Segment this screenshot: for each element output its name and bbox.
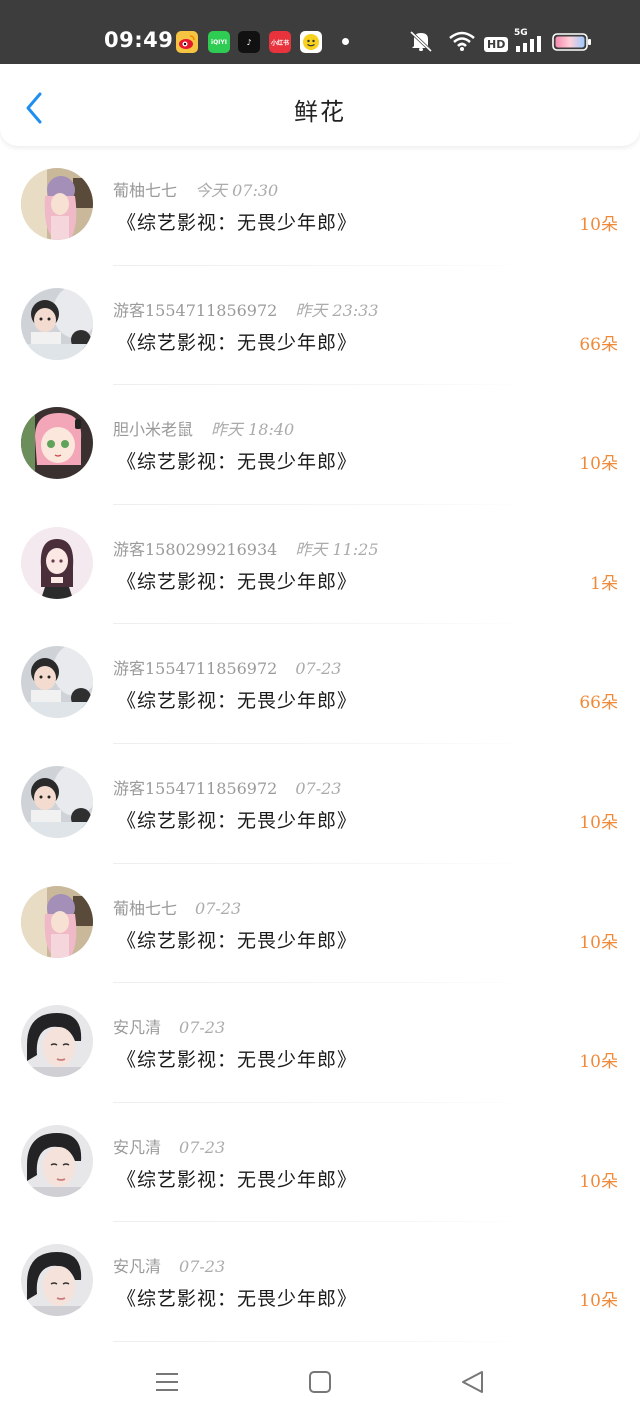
list-item[interactable]: 安凡清 07-23 《综艺影视：无畏少年郎》 10朵 (0, 983, 640, 1103)
menu-icon (156, 1373, 178, 1391)
list-item[interactable]: 安凡清 07-23 《综艺影视：无畏少年郎》 10朵 (0, 1103, 640, 1223)
username: 游客1580299216934 (113, 539, 278, 559)
notification-dot (342, 38, 349, 45)
home-button[interactable] (302, 1364, 338, 1400)
avatar-child-mirror (21, 287, 93, 360)
item-meta: 游客1554711856972 07-23 (113, 655, 341, 679)
menu-button[interactable] (149, 1364, 185, 1400)
timestamp: 07-23 (295, 778, 342, 798)
avatar-pink-hair-girl (21, 168, 93, 240)
list-item[interactable]: 游客1554711856972 07-23 《综艺影视：无畏少年郎》 66朵 (0, 624, 640, 744)
username: 葡柚七七 (113, 898, 178, 918)
iqiyi-icon: iQIYI (208, 31, 230, 53)
status-bar: 09:49 iQIYI ♪ 小红书 HD 5G (0, 0, 640, 64)
item-meta: 葡柚七七 今天 07:30 (113, 177, 278, 201)
program-title: 《综艺影视：无畏少年郎》 (117, 212, 358, 234)
timestamp: 07-23 (195, 898, 242, 918)
program-title: 《综艺影视：无畏少年郎》 (117, 1049, 358, 1072)
avatar-woman-portrait (21, 1244, 93, 1317)
program-title: 《综艺影视：无畏少年郎》 (117, 1288, 358, 1311)
username: 葡柚七七 (113, 181, 178, 200)
timestamp: 07-23 (295, 659, 342, 679)
list-item[interactable]: 葡柚七七 07-23 《综艺影视：无畏少年郎》 10朵 (0, 864, 640, 984)
avatar-child-mirror (21, 646, 93, 719)
program-title: 《综艺影视：无畏少年郎》 (117, 929, 358, 952)
program-title: 《综艺影视：无畏少年郎》 (117, 690, 358, 713)
wifi-icon (448, 30, 476, 56)
back-nav-button[interactable] (455, 1364, 491, 1400)
timestamp: 昨天 11:25 (295, 539, 379, 559)
timestamp: 07-23 (179, 1257, 226, 1277)
list-item[interactable]: 安凡清 07-23 《综艺影视：无畏少年郎》 10朵 (0, 1222, 640, 1342)
hd-label: HD (484, 37, 509, 52)
username: 胆小米老鼠 (113, 420, 194, 440)
username: 游客1554711856972 (113, 659, 278, 679)
list-item[interactable]: 葡柚七七 今天 07:30 《综艺影视：无畏少年郎》 10朵 (0, 146, 640, 266)
tiktok-icon: ♪ (238, 31, 260, 53)
timestamp: 07-23 (179, 1018, 226, 1038)
yellow-app-icon (300, 31, 322, 53)
username: 安凡清 (113, 1257, 162, 1277)
item-meta: 游客1554711856972 昨天 23:33 (113, 297, 379, 321)
flower-amount: 10朵 (579, 812, 618, 833)
username: 安凡清 (113, 1137, 162, 1157)
hd-icon: HD (484, 33, 509, 52)
timestamp: 昨天 23:33 (295, 300, 379, 320)
list-item[interactable]: 游客1554711856972 07-23 《综艺影视：无畏少年郎》 10朵 (0, 744, 640, 864)
list-item[interactable]: 游客1554711856972 昨天 23:33 《综艺影视：无畏少年郎》 66朵 (0, 266, 640, 386)
flower-amount: 66朵 (579, 334, 618, 355)
item-meta: 游客1554711856972 07-23 (113, 775, 341, 799)
avatar-anime-pink-girl (21, 407, 93, 480)
flower-amount: 10朵 (579, 215, 618, 235)
page-title: 鲜花 (294, 98, 346, 126)
list-item[interactable]: 游客1580299216934 昨天 11:25 《综艺影视：无畏少年郎》 1朵 (0, 505, 640, 625)
weibo-icon (176, 31, 198, 53)
flower-amount: 10朵 (579, 1171, 618, 1192)
username: 游客1554711856972 (113, 300, 278, 320)
system-nav-bar (0, 1342, 640, 1422)
flower-amount: 66朵 (579, 693, 618, 714)
username: 游客1554711856972 (113, 778, 278, 798)
flower-amount: 10朵 (579, 1291, 618, 1312)
timestamp: 今天 07:30 (195, 181, 279, 200)
timestamp: 昨天 18:40 (211, 420, 295, 440)
flower-amount: 10朵 (579, 1052, 618, 1073)
flower-amount: 10朵 (579, 932, 618, 953)
program-title: 《综艺影视：无畏少年郎》 (117, 1168, 358, 1191)
program-title: 《综艺影视：无畏少年郎》 (117, 809, 358, 832)
flower-amount: 1朵 (590, 573, 618, 594)
avatar-child-mirror (21, 765, 93, 838)
avatar-pink-hair-girl (21, 885, 93, 958)
mute-icon (408, 30, 434, 56)
timestamp: 07-23 (179, 1137, 226, 1157)
username: 安凡清 (113, 1018, 162, 1038)
status-time: 09:49 (104, 28, 174, 52)
program-title: 《综艺影视：无畏少年郎》 (117, 570, 358, 593)
item-meta: 安凡清 07-23 (113, 1253, 225, 1277)
flower-amount: 10朵 (579, 454, 618, 475)
program-title: 《综艺影视：无畏少年郎》 (117, 451, 358, 474)
avatar-woman-portrait (21, 1005, 93, 1078)
item-meta: 安凡清 07-23 (113, 1134, 225, 1158)
list-item[interactable]: 胆小米老鼠 昨天 18:40 《综艺影视：无畏少年郎》 10朵 (0, 385, 640, 505)
header: 鲜花 (0, 64, 640, 146)
battery-icon (552, 33, 592, 55)
avatar-anime-dark-girl (21, 526, 93, 599)
item-meta: 游客1580299216934 昨天 11:25 (113, 536, 379, 560)
program-title: 《综艺影视：无畏少年郎》 (117, 331, 358, 354)
avatar-woman-portrait (21, 1124, 93, 1197)
flower-record-list: 葡柚七七 今天 07:30 《综艺影视：无畏少年郎》 10朵 游客15547118… (0, 146, 640, 1342)
back-triangle-icon (462, 1371, 483, 1393)
item-meta: 葡柚七七 07-23 (113, 895, 241, 919)
item-meta: 胆小米老鼠 昨天 18:40 (113, 416, 294, 440)
item-meta: 安凡清 07-23 (113, 1014, 225, 1038)
xiaohongshu-icon: 小红书 (269, 31, 291, 53)
home-icon (309, 1371, 331, 1393)
